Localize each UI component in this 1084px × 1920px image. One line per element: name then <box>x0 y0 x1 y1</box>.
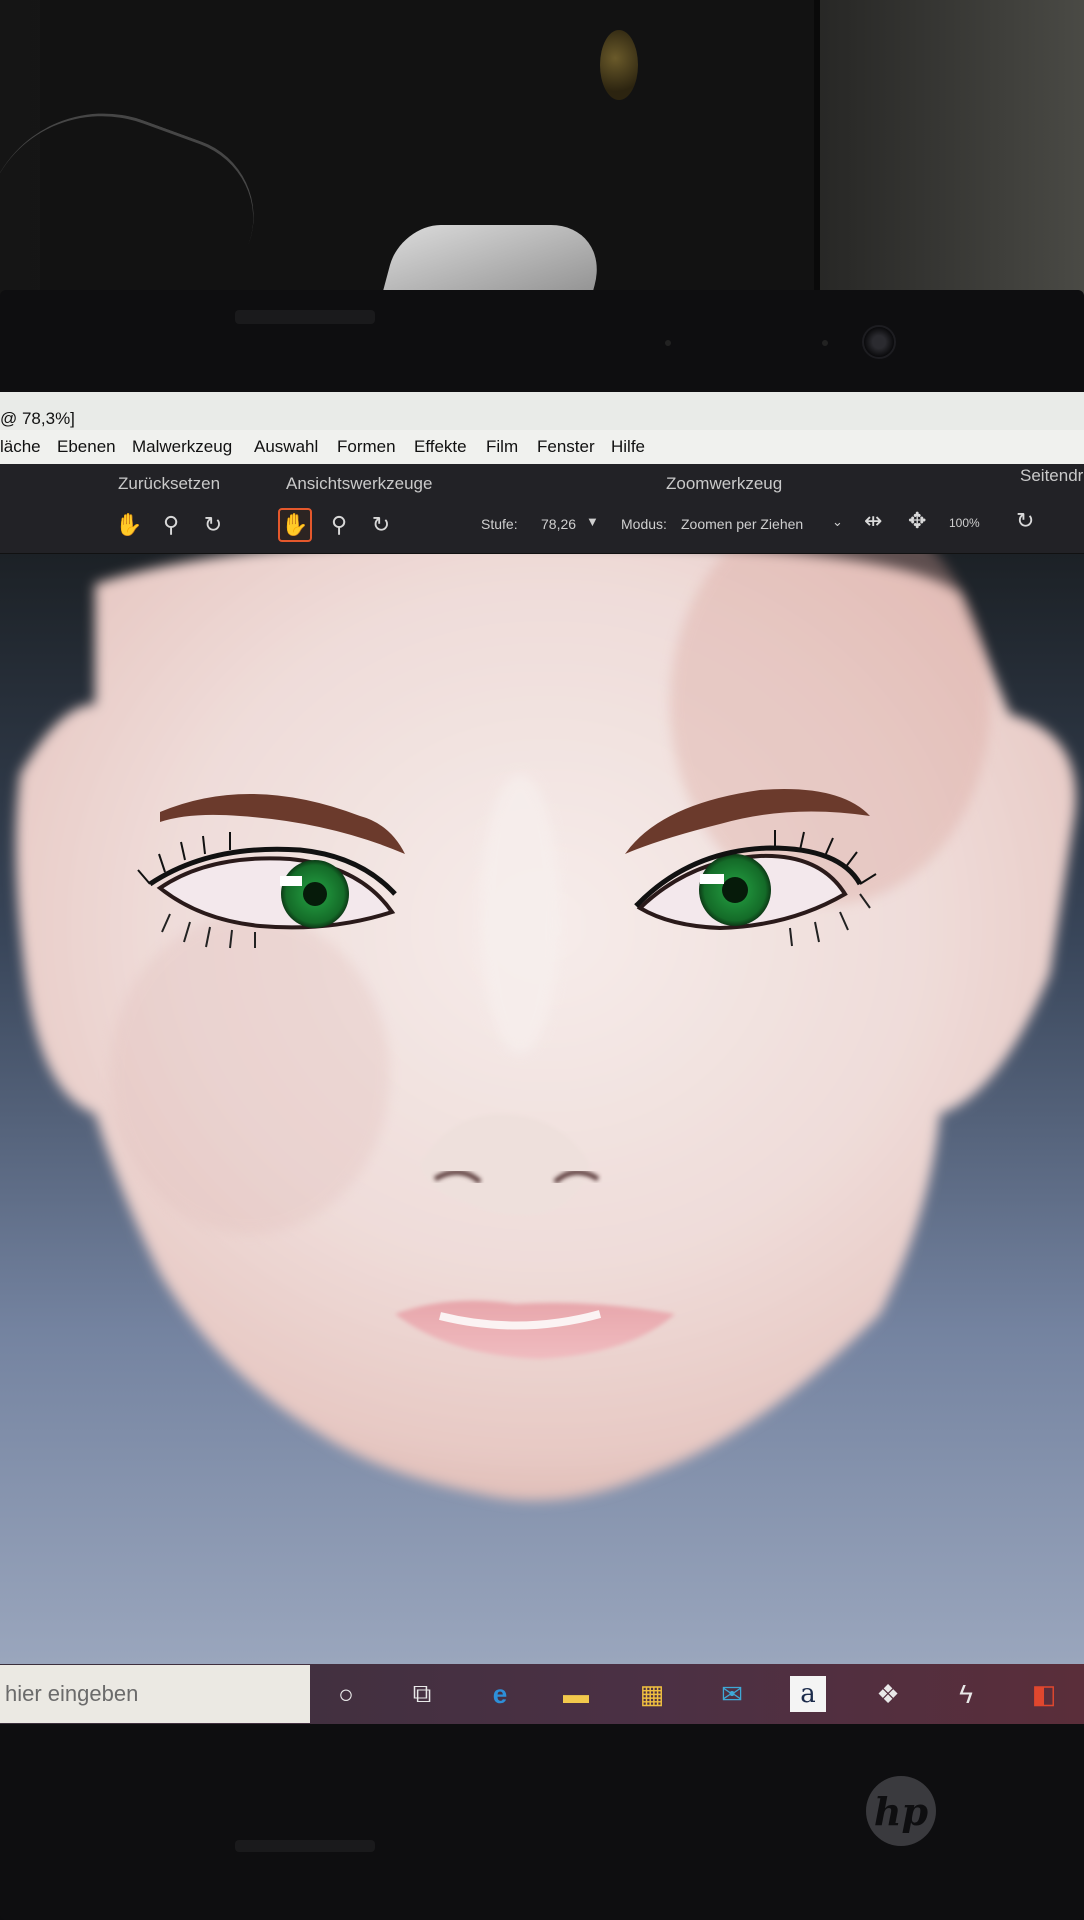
menu-item-effekte[interactable]: Effekte <box>414 437 467 457</box>
store-icon[interactable]: ▦ <box>632 1676 672 1712</box>
fit-to-window-icon[interactable]: ⇹ <box>864 508 882 534</box>
zoom-mode-label: Modus: <box>621 516 667 532</box>
window-title: @ 78,3%] <box>0 409 75 428</box>
zoom-level-value[interactable]: 78,26 <box>541 516 576 532</box>
menu-bar: läche Ebenen Malwerkzeug Auswahl Formen … <box>0 430 1084 464</box>
laptop-screen: @ 78,3%] läche Ebenen Malwerkzeug Auswah… <box>0 392 1084 1724</box>
pan-hand-tool-icon[interactable]: ✋ <box>278 508 312 542</box>
fit-width-icon[interactable]: ✥ <box>908 508 926 534</box>
group-label-view-tools: Ansichtswerkzeuge <box>286 474 433 493</box>
background-room <box>0 0 1084 305</box>
reset-zoom-icon[interactable]: ⚲ <box>154 508 188 542</box>
task-view-icon[interactable]: ⧉ <box>402 1676 442 1712</box>
zoom-mode-select[interactable]: Zoomen per Ziehen <box>681 516 803 532</box>
edge-icon[interactable]: e <box>480 1676 520 1712</box>
menu-item-auswahl[interactable]: Auswahl <box>254 437 318 457</box>
menu-item-flaeche[interactable]: läche <box>0 437 41 457</box>
dropbox-icon[interactable]: ❖ <box>868 1676 908 1712</box>
microphone <box>822 340 828 346</box>
mail-icon[interactable]: ✉ <box>712 1676 752 1712</box>
zoom-mode-chevron-down-icon[interactable]: ⌄ <box>832 514 843 530</box>
menu-item-ebenen[interactable]: Ebenen <box>57 437 116 457</box>
zoom-level-dropdown-icon[interactable]: ▼ <box>586 514 599 529</box>
menu-item-malwerkzeug[interactable]: Malwerkzeug <box>132 437 232 457</box>
office-icon[interactable]: ◧ <box>1024 1676 1064 1712</box>
group-label-reset: Zurücksetzen <box>118 474 221 493</box>
reset-hand-icon[interactable]: ✋ <box>112 508 146 542</box>
menu-item-film[interactable]: Film <box>486 437 518 457</box>
zoom-level-label: Stufe: <box>481 516 518 532</box>
amazon-icon[interactable]: a <box>790 1676 826 1712</box>
hp-logo: hp <box>866 1776 936 1846</box>
window-titlebar: @ 78,3%] <box>0 392 1084 430</box>
microphone <box>665 340 671 346</box>
webcam <box>862 325 896 359</box>
tool-options-bar: Zurücksetzen Ansichtswerkzeuge Zoomwerkz… <box>0 464 1084 554</box>
menu-item-formen[interactable]: Formen <box>337 437 396 457</box>
bezel-bottom-notch <box>235 1840 375 1852</box>
rotate-view-tool-icon[interactable]: ↻ <box>364 508 398 542</box>
painting-canvas[interactable] <box>0 554 1084 1664</box>
group-label-page: Seitendr <box>1020 466 1084 485</box>
app-s-icon[interactable]: ϟ <box>946 1676 986 1712</box>
menu-item-hilfe[interactable]: Hilfe <box>611 437 645 457</box>
portrait-painting <box>16 554 1076 1501</box>
background-knob <box>600 30 638 100</box>
menu-item-fenster[interactable]: Fenster <box>537 437 595 457</box>
reset-rotate-icon[interactable]: ↻ <box>196 508 230 542</box>
windows-taskbar: hier eingeben ○ ⧉ e ▬ ▦ ✉ a ❖ ϟ ◧ <box>0 1664 1084 1724</box>
cortana-circle-icon[interactable]: ○ <box>326 1676 366 1712</box>
page-rotate-icon[interactable]: ↻ <box>1016 508 1034 534</box>
bezel-top-notch <box>235 310 375 324</box>
file-explorer-icon[interactable]: ▬ <box>556 1676 596 1712</box>
group-label-zoom-tool: Zoomwerkzeug <box>666 474 783 493</box>
actual-size-button[interactable]: 100% <box>949 516 980 530</box>
zoom-tool-icon[interactable]: ⚲ <box>322 508 356 542</box>
taskbar-search-input[interactable]: hier eingeben <box>0 1665 310 1723</box>
